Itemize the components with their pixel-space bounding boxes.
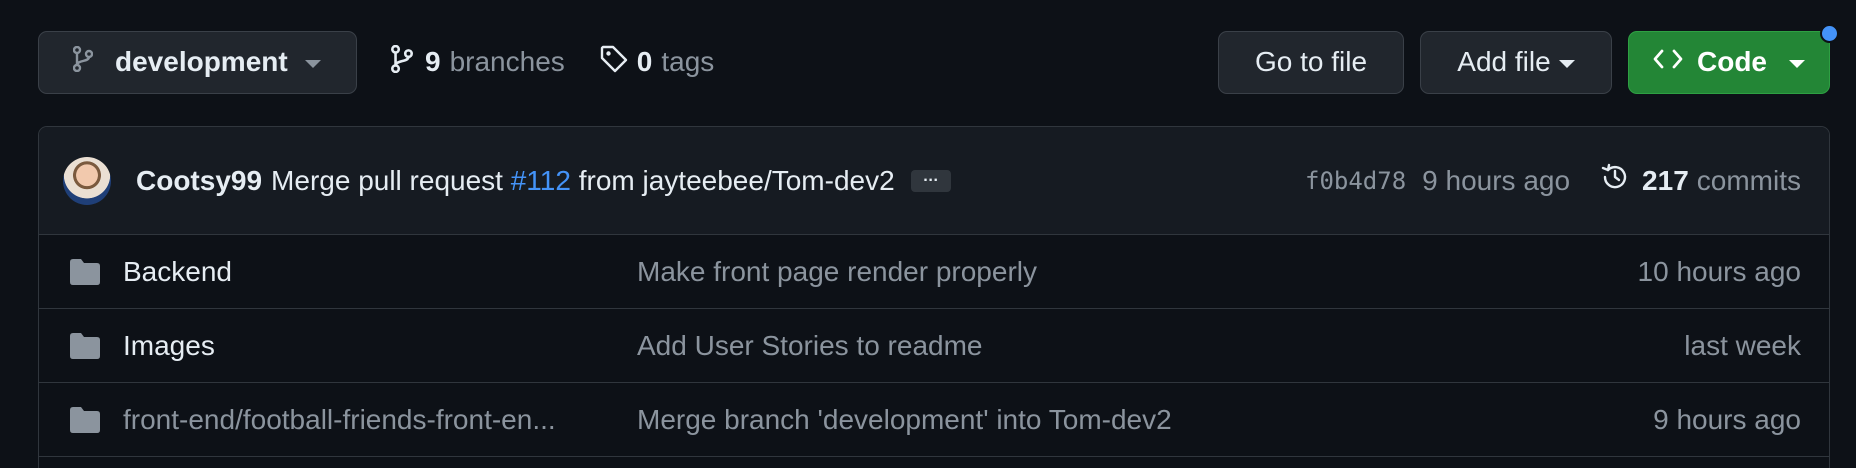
add-file-button[interactable]: Add file bbox=[1420, 30, 1612, 94]
folder-icon bbox=[69, 406, 101, 434]
commits-label: commits bbox=[1696, 164, 1801, 196]
branches-link[interactable]: 9 branches bbox=[391, 44, 565, 80]
git-branch-icon bbox=[72, 45, 94, 79]
code-label: Code bbox=[1697, 46, 1767, 77]
chevron-down-icon bbox=[1558, 60, 1575, 68]
folder-icon bbox=[69, 332, 101, 360]
code-button[interactable]: Code bbox=[1628, 23, 1839, 94]
tags-count: 0 bbox=[636, 46, 653, 77]
commits-history-link[interactable]: 217 commits bbox=[1600, 162, 1801, 199]
history-icon bbox=[1600, 162, 1630, 199]
expand-commit-message-button[interactable]: … bbox=[910, 168, 951, 192]
repo-file-browser: development 9 branches 0 tags Go to file… bbox=[0, 0, 1856, 468]
pull-request-link[interactable]: #112 bbox=[511, 165, 571, 196]
avatar[interactable] bbox=[63, 156, 111, 205]
tags-link[interactable]: 0 tags bbox=[599, 44, 715, 81]
branches-count: 9 bbox=[425, 46, 441, 77]
code-icon bbox=[1653, 46, 1683, 78]
tags-label: tags bbox=[661, 46, 715, 77]
commit-message-prefix: Merge pull request bbox=[271, 164, 503, 196]
file-commit-link[interactable]: Make front page render properly bbox=[637, 256, 1638, 288]
file-list-box: Cootsy99 Merge pull request #112 from ja… bbox=[38, 126, 1830, 468]
file-time: 9 hours ago bbox=[1653, 403, 1801, 435]
file-time: 10 hours ago bbox=[1637, 255, 1801, 287]
commit-sha-link[interactable]: f0b4d78 bbox=[1305, 167, 1406, 195]
file-name-link[interactable]: Backend bbox=[123, 256, 593, 288]
notification-dot bbox=[1820, 23, 1839, 43]
file-commit-link[interactable]: Merge branch 'development' into Tom-dev2 bbox=[637, 404, 1653, 436]
commits-count: 217 bbox=[1642, 164, 1689, 196]
branch-selector-button[interactable]: development bbox=[38, 30, 357, 94]
file-name-link[interactable]: Images bbox=[123, 330, 593, 362]
commit-time: 9 hours ago bbox=[1422, 164, 1571, 196]
branch-name: development bbox=[115, 46, 288, 77]
file-time: last week bbox=[1684, 329, 1801, 361]
latest-commit-bar: Cootsy99 Merge pull request #112 from ja… bbox=[39, 127, 1829, 235]
git-branch-icon bbox=[391, 44, 413, 80]
chevron-down-icon bbox=[304, 60, 321, 68]
file-row[interactable]: Backend Make front page render properly … bbox=[39, 235, 1829, 309]
file-row[interactable]: Images Add User Stories to readme last w… bbox=[39, 309, 1829, 383]
commit-message[interactable]: Merge pull request #112 from jayteebee/T… bbox=[271, 165, 895, 197]
tag-icon bbox=[599, 44, 629, 81]
branches-label: branches bbox=[449, 46, 565, 77]
file-row[interactable]: front-end/football-friends-front-en... M… bbox=[39, 383, 1829, 457]
repo-toolbar: development 9 branches 0 tags Go to file… bbox=[38, 23, 1839, 94]
folder-icon bbox=[69, 258, 101, 286]
commit-author-link[interactable]: Cootsy99 bbox=[136, 165, 262, 197]
go-to-file-button[interactable]: Go to file bbox=[1218, 30, 1404, 94]
chevron-down-icon bbox=[1789, 60, 1805, 68]
go-to-file-label: Go to file bbox=[1254, 46, 1368, 77]
file-commit-link[interactable]: Add User Stories to readme bbox=[637, 330, 1684, 362]
add-file-label: Add file bbox=[1457, 46, 1551, 77]
file-name-link[interactable]: front-end/football-friends-front-en... bbox=[123, 404, 593, 436]
commit-message-suffix: from jayteebee/Tom-dev2 bbox=[578, 164, 895, 196]
